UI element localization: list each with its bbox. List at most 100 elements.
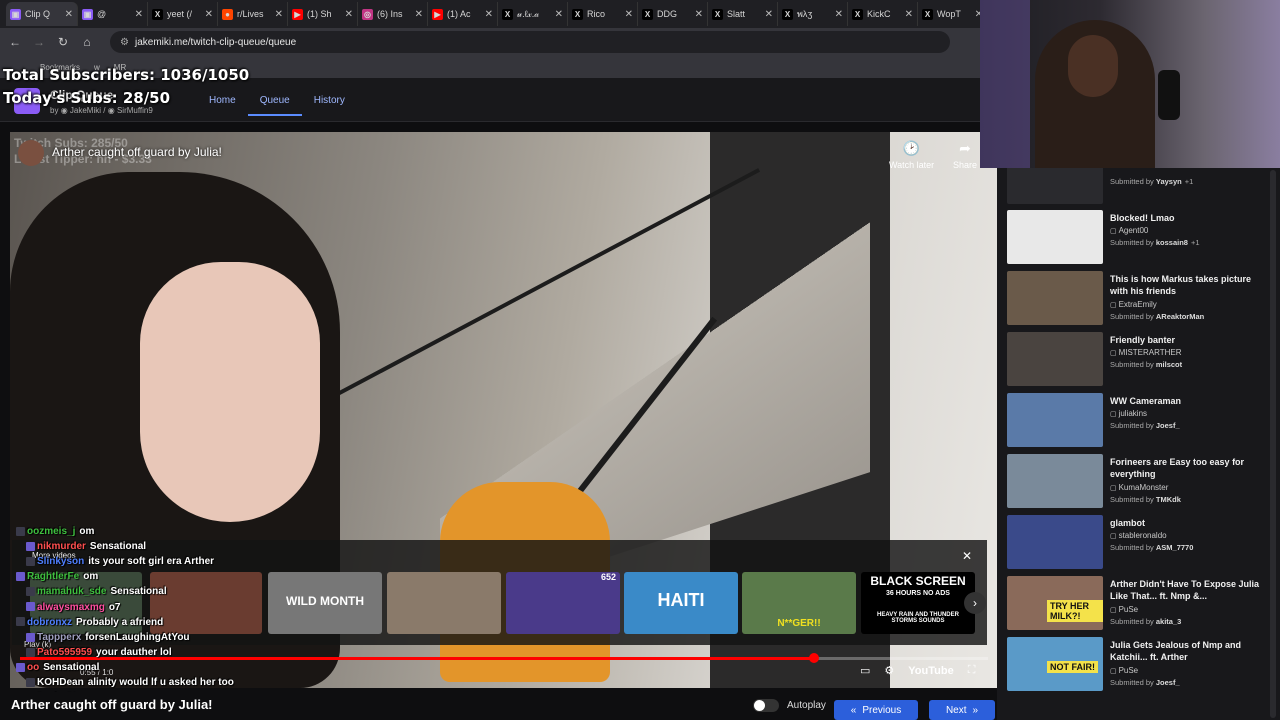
browser-tab[interactable]: XWopT✕ xyxy=(918,2,980,26)
thumbnail-text: BLACK SCREEN xyxy=(870,574,966,588)
author-name: PuSe xyxy=(1118,605,1139,614)
close-icon[interactable]: ✕ xyxy=(962,549,972,563)
suggested-video-thumbnail[interactable]: HAITI xyxy=(624,572,738,634)
tab-close-icon[interactable]: ✕ xyxy=(65,9,73,20)
queue-thumbnail[interactable]: NOT FAIR! xyxy=(1007,637,1103,691)
autoplay-toggle[interactable]: Autoplay xyxy=(753,699,826,712)
browser-tab[interactable]: ▶ (1) Sh ✕ xyxy=(288,2,358,26)
tab-close-icon[interactable]: ✕ xyxy=(275,9,283,20)
tab-close-icon[interactable]: ✕ xyxy=(135,9,143,20)
site-info-icon[interactable]: ⚙ xyxy=(120,37,129,48)
browser-tab[interactable]: ▣ Clip Q ✕ xyxy=(6,2,78,26)
tab-label: WopT xyxy=(937,9,961,19)
nav-history[interactable]: History xyxy=(302,93,357,116)
video-title[interactable]: Arther caught off guard by Julia! xyxy=(52,145,222,159)
tab-close-icon[interactable]: ✕ xyxy=(625,9,633,20)
chat-bubble-icon: ▢ xyxy=(1110,533,1119,540)
queue-item[interactable]: This is how Markus takes picture with hi… xyxy=(1007,271,1267,327)
site-authors: by ◉ JakeMiki / ◉ SirMuffin9 xyxy=(50,106,153,115)
tab-close-icon[interactable]: ✕ xyxy=(205,9,213,20)
share-button[interactable]: ➦ Share xyxy=(953,140,977,170)
browser-tab[interactable]: X KickC ✕ xyxy=(848,2,918,26)
toggle-switch[interactable] xyxy=(753,699,779,712)
author-link[interactable]: JakeMiki xyxy=(70,106,101,115)
chat-message: nikmurder Sensational xyxy=(26,541,146,552)
suggested-video-thumbnail[interactable] xyxy=(387,572,501,634)
queue-thumbnail[interactable] xyxy=(1007,332,1103,386)
tab-close-icon[interactable]: ✕ xyxy=(485,9,493,20)
home-icon[interactable]: ⌂ xyxy=(80,35,94,49)
next-button[interactable]: Next » xyxy=(929,700,995,720)
captions-icon[interactable]: ▭ xyxy=(860,664,870,677)
chat-bubble-icon: ▢ xyxy=(1110,668,1119,675)
browser-tab[interactable]: ▶ (1) Ac ✕ xyxy=(428,2,498,26)
progress-handle[interactable] xyxy=(808,653,819,663)
chevron-right-icon[interactable]: › xyxy=(964,592,986,614)
submitted-by-label: Submitted by xyxy=(1110,617,1154,626)
queue-item[interactable]: NOT FAIR! Julia Gets Jealous of Nmp and K… xyxy=(1007,637,1267,693)
chat-badge-icon xyxy=(16,617,25,627)
queue-thumbnail[interactable] xyxy=(1007,271,1103,325)
browser-tab[interactable]: ◎ (6) Ins ✕ xyxy=(358,2,428,26)
watch-later-button[interactable]: 🕑 Watch later xyxy=(889,140,934,170)
previous-button[interactable]: « Previous xyxy=(834,700,918,720)
submitted-by-label: Submitted by xyxy=(1110,421,1154,430)
forward-icon[interactable]: → xyxy=(32,35,46,49)
browser-tab[interactable]: X พλʒ ✕ xyxy=(778,2,848,26)
browser-tab[interactable]: ▣ @ ✕ xyxy=(78,2,148,26)
suggested-video-thumbnail[interactable]: WILD MONTH xyxy=(268,572,382,634)
browser-tab[interactable]: Xyeet (/ ✕ xyxy=(148,2,218,26)
queue-item-submitter: Submitted by kossain8 +1 xyxy=(1110,238,1200,247)
submitted-by-label: Submitted by xyxy=(1110,177,1154,186)
chat-text: om xyxy=(83,571,99,583)
suggested-video-thumbnail[interactable] xyxy=(150,572,262,634)
url-field[interactable]: ⚙ jakemiki.me/twitch-clip-queue/queue xyxy=(110,31,950,53)
browser-tab[interactable]: X𝓊.ℓ𝓍.𝒶 ✕ xyxy=(498,2,568,26)
tab-close-icon[interactable]: ✕ xyxy=(765,9,773,20)
suggested-video-thumbnail[interactable]: N**GER!! xyxy=(742,572,856,634)
fullscreen-icon[interactable]: ⛶ xyxy=(968,664,976,677)
queue-thumbnail[interactable] xyxy=(1007,393,1103,447)
tab-close-icon[interactable]: ✕ xyxy=(555,9,563,20)
tab-favicon-icon: ▶ xyxy=(432,8,443,20)
browser-tab[interactable]: X Rico ✕ xyxy=(568,2,638,26)
queue-thumbnail[interactable] xyxy=(1007,454,1103,508)
share-icon: ➦ xyxy=(959,140,971,156)
settings-icon[interactable]: ⚙ xyxy=(884,664,894,677)
queue-thumbnail[interactable]: TRY HER MILK?! xyxy=(1007,576,1103,630)
chat-text: Sensational xyxy=(89,541,147,553)
back-icon[interactable]: ← xyxy=(8,35,22,49)
todays-subs: Today's Subs: 28/50 xyxy=(3,89,171,107)
chat-bubble-icon: ▢ xyxy=(1110,228,1119,235)
queue-item-author: ▢ PuSe xyxy=(1110,605,1138,614)
queue-item[interactable]: Forineers are Easy too easy for everythi… xyxy=(1007,454,1267,510)
scrollbar[interactable] xyxy=(1270,170,1276,718)
tab-close-icon[interactable]: ✕ xyxy=(835,9,843,20)
queue-item[interactable]: glambot ▢ stableronaldo Submitted by ASM_7… xyxy=(1007,515,1267,571)
thumbnail-text: NOT FAIR! xyxy=(1047,661,1098,673)
author-name: Agent00 xyxy=(1118,226,1149,235)
youtube-logo[interactable]: YouTube xyxy=(908,665,953,677)
nav-home[interactable]: Home xyxy=(197,93,248,116)
tab-close-icon[interactable]: ✕ xyxy=(415,9,423,20)
queue-item[interactable]: TRY HER MILK?! Arther Didn't Have To Expo… xyxy=(1007,576,1267,632)
queue-item[interactable]: WW Cameraman ▢ juliakins Submitted by Joes… xyxy=(1007,393,1267,449)
suggested-video-thumbnail[interactable]: 652 xyxy=(506,572,620,634)
queue-item-submitter: Submitted by AReaktorMan xyxy=(1110,312,1204,321)
tab-close-icon[interactable]: ✕ xyxy=(345,9,353,20)
queue-item[interactable]: Blocked! Lmao ▢ Agent00 Submitted by kossa… xyxy=(1007,210,1267,266)
reload-icon[interactable]: ↻ xyxy=(56,35,70,49)
author-link[interactable]: SirMuffin9 xyxy=(117,106,153,115)
queue-thumbnail[interactable] xyxy=(1007,210,1103,264)
chat-bubble-icon: ▢ xyxy=(1110,411,1119,418)
browser-tab[interactable]: ● r/Lives ✕ xyxy=(218,2,288,26)
tab-close-icon[interactable]: ✕ xyxy=(905,9,913,20)
browser-tab[interactable]: X DDG ✕ xyxy=(638,2,708,26)
queue-thumbnail[interactable] xyxy=(1007,515,1103,569)
nav-queue[interactable]: Queue xyxy=(247,93,302,116)
browser-tab[interactable]: X Slatt ✕ xyxy=(708,2,778,26)
queue-item[interactable]: Friendly banter ▢ MISTERARTHER Submitted b… xyxy=(1007,332,1267,388)
channel-avatar[interactable] xyxy=(18,140,44,166)
tab-close-icon[interactable]: ✕ xyxy=(695,9,703,20)
suggested-video-thumbnail[interactable]: BLACK SCREEN 36 HOURS NO ADS HEAVY RAIN AN… xyxy=(861,572,975,634)
